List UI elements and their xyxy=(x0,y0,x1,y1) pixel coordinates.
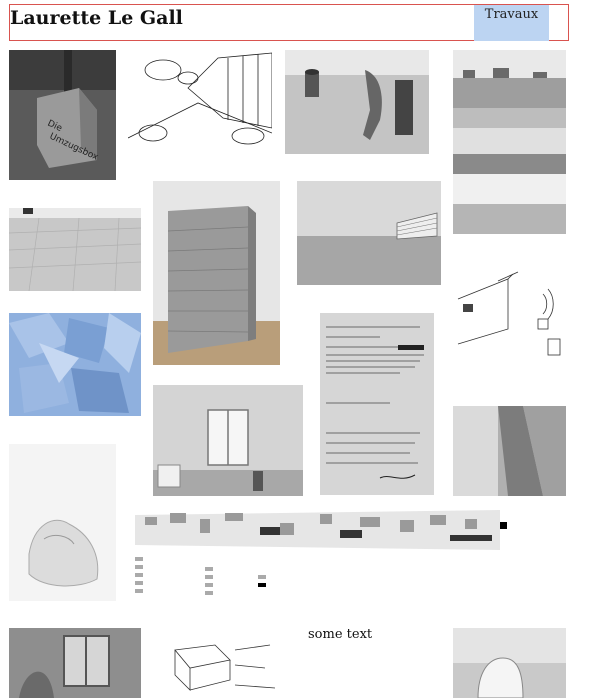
thumbnail-empty-room[interactable] xyxy=(153,385,303,496)
thumbnail-line-sketch[interactable] xyxy=(160,630,285,698)
thumbnail-map-plan[interactable] xyxy=(130,505,533,605)
thumbnail-white-object[interactable] xyxy=(453,628,566,698)
caption-text: some text xyxy=(308,627,373,642)
thumbnail-floor-tiles[interactable] xyxy=(9,208,141,291)
thumbnail-street-sketch[interactable] xyxy=(128,48,272,146)
thumbnail-sea-building[interactable] xyxy=(297,181,441,285)
thumbnail-document-scan[interactable] xyxy=(320,313,434,495)
thumbnail-rooftop-pipes[interactable] xyxy=(285,50,429,154)
thumbnail-blue-shards[interactable] xyxy=(9,313,141,416)
thumbnail-room-sketch[interactable] xyxy=(453,269,566,361)
nav-travaux-button[interactable]: Travaux xyxy=(474,5,549,41)
thumbnail-harbor-collage[interactable] xyxy=(453,50,566,234)
thumbnail-corner-photo[interactable] xyxy=(453,406,566,496)
thumbnail-drawing-figure[interactable] xyxy=(9,444,116,601)
site-title[interactable]: Laurette Le Gall xyxy=(10,7,183,29)
thumbnail-interior-window[interactable] xyxy=(9,628,141,698)
thumbnail-brick-wall[interactable] xyxy=(153,181,280,365)
thumbnail-umzugsbox[interactable]: Die Umzugsbox xyxy=(9,50,116,180)
site-header: Laurette Le Gall Travaux xyxy=(9,4,569,41)
